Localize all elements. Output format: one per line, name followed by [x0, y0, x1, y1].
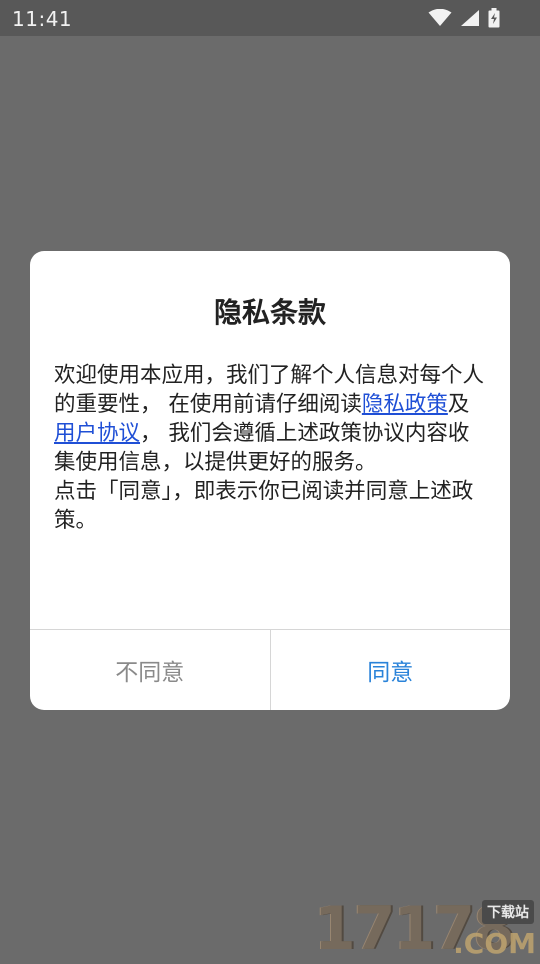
dialog-buttons: 不同意 同意	[30, 630, 510, 710]
cellular-icon	[461, 10, 479, 26]
status-bar: 11:41	[0, 0, 540, 36]
status-time: 11:41	[12, 7, 73, 31]
watermark-logo: 17178 下载站 .COM	[314, 894, 536, 964]
user-agreement-link[interactable]: 用户协议	[54, 421, 140, 446]
privacy-dialog: 隐私条款 欢迎使用本应用，我们了解个人信息对每个人的重要性， 在使用前请仔细阅读…	[30, 251, 510, 710]
wifi-icon	[428, 9, 452, 26]
agree-button[interactable]: 同意	[271, 630, 511, 710]
battery-charging-icon	[488, 8, 500, 28]
dialog-text-and: 及	[447, 392, 470, 417]
disagree-button[interactable]: 不同意	[30, 630, 271, 710]
dialog-body: 欢迎使用本应用，我们了解个人信息对每个人的重要性， 在使用前请仔细阅读隐私政策及…	[54, 361, 486, 535]
dialog-title: 隐私条款	[213, 296, 326, 329]
dialog-paragraph-1: 欢迎使用本应用，我们了解个人信息对每个人的重要性， 在使用前请仔细阅读隐私政策及…	[54, 361, 486, 477]
dialog-paragraph-2: 点击「同意」，即表示你已阅读并同意上述政策。	[54, 479, 474, 533]
status-icons	[428, 8, 500, 28]
watermark-badge: 下载站	[482, 900, 534, 924]
privacy-policy-link[interactable]: 隐私政策	[362, 392, 448, 417]
watermark-domain: .COM	[453, 927, 536, 960]
